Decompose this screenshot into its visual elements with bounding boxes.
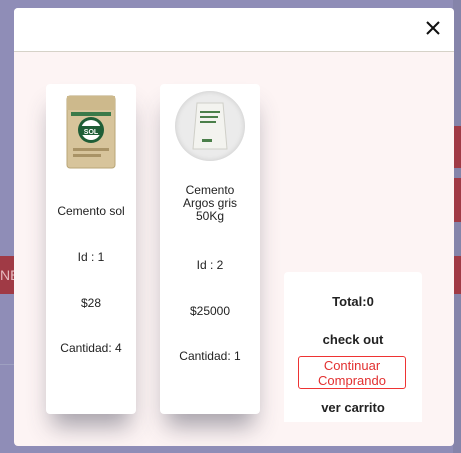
product-price: $28 <box>80 296 102 310</box>
svg-text:SOL: SOL <box>84 129 99 136</box>
product-card: Cemento Argos gris 50Kg Id : 2 $25000 Ca… <box>160 84 260 414</box>
product-id: Id : 2 <box>196 258 224 272</box>
cart-modal: SOL Cemento sol Id : 1 $28 Cantidad: 4 C… <box>14 8 454 446</box>
product-id: Id : 1 <box>77 250 105 264</box>
background-button-fragment: NE <box>0 256 14 294</box>
product-quantity: Cantidad: 4 <box>60 341 122 355</box>
cart-summary: Total:0 check out Continuar Comprando ve… <box>284 272 422 422</box>
cart-total: Total:0 <box>332 294 374 309</box>
background-button <box>454 256 461 294</box>
product-name: Cemento Argos gris 50Kg <box>182 183 238 223</box>
cement-bag-argos-image <box>175 91 245 161</box>
checkout-button[interactable]: check out <box>284 332 422 347</box>
close-icon[interactable] <box>422 17 444 39</box>
product-price: $25000 <box>189 304 231 318</box>
background-button-text: NE <box>0 267 14 283</box>
background-divider <box>0 364 14 365</box>
continue-shopping-button[interactable]: Continuar Comprando <box>298 356 406 389</box>
product-name: Cemento sol <box>57 204 125 218</box>
background-button <box>454 178 461 222</box>
product-quantity: Cantidad: 1 <box>179 349 241 363</box>
background-button <box>454 126 461 168</box>
cement-bag-sol-image: SOL <box>65 94 117 170</box>
background-page-edge <box>453 0 461 453</box>
view-cart-button[interactable]: ver carrito <box>284 400 422 415</box>
product-card: SOL Cemento sol Id : 1 $28 Cantidad: 4 <box>46 84 136 414</box>
modal-header <box>14 8 454 52</box>
